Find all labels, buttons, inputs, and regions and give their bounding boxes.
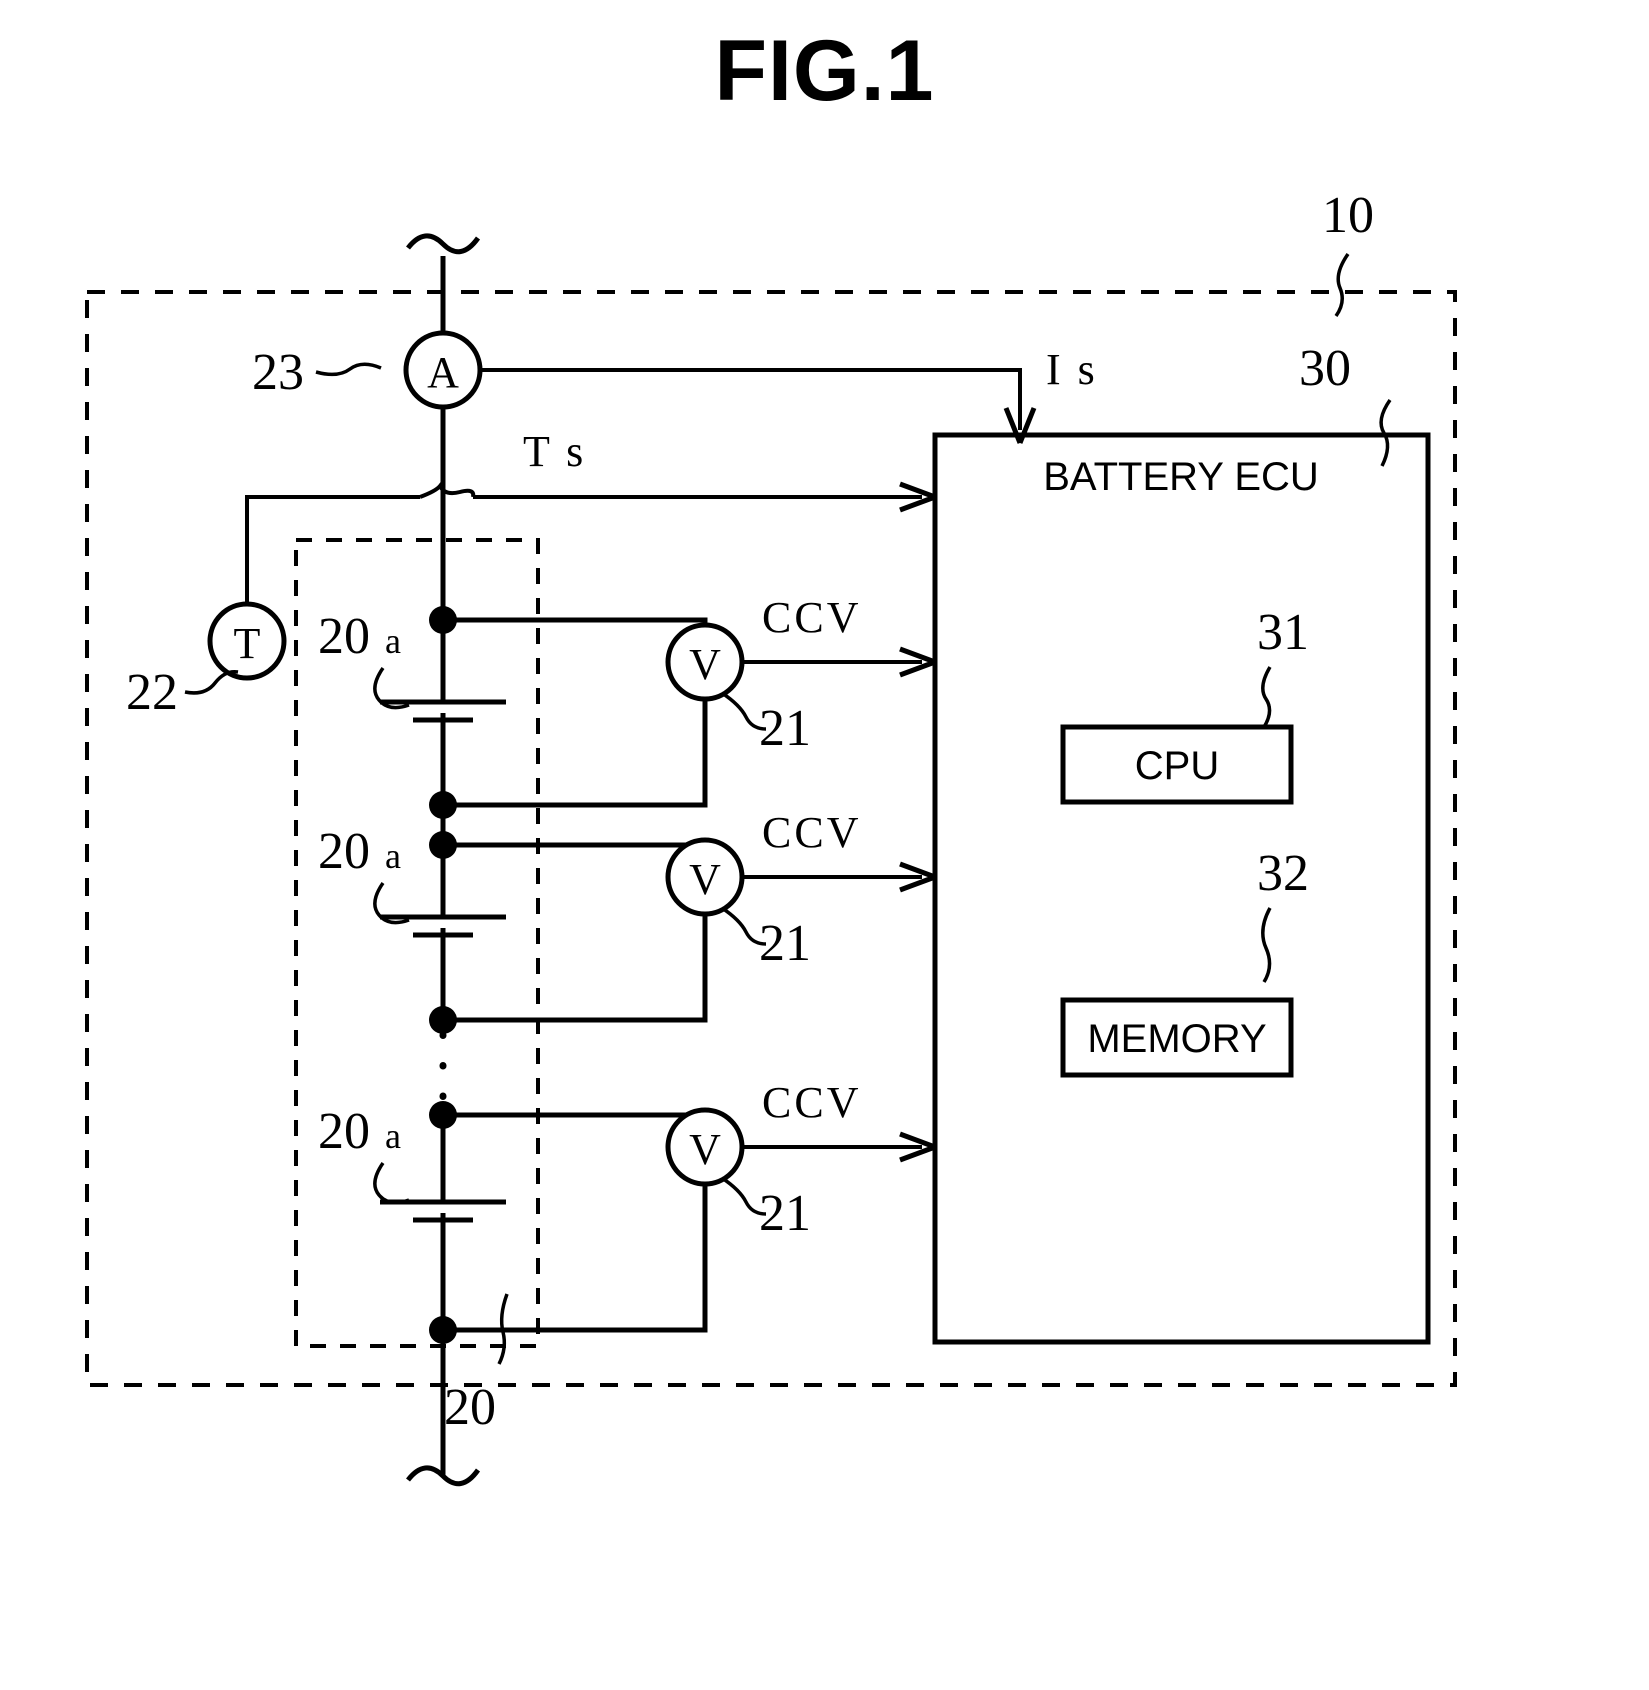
ref-numeral-temperature-sensor: 22	[126, 664, 178, 721]
cell1-sense-wire-bottom	[443, 690, 708, 808]
ref-numeral-cell-2: 20	[318, 823, 370, 880]
ccv1-signal-label: CCV	[762, 593, 861, 642]
ref-numeral-voltage-sensor-1: 21	[759, 700, 811, 757]
is-signal-line	[481, 368, 1022, 430]
ts-signal-line-left	[245, 495, 420, 604]
ref-numeral-cell-1: 20	[318, 608, 370, 665]
ccv2-signal-label: CCV	[762, 808, 861, 857]
voltmeter-3-symbol: V	[689, 1125, 721, 1174]
ref-numeral-cell-2-suffix: a	[385, 836, 401, 876]
memory-label: MEMORY	[1087, 1017, 1266, 1061]
cell2-sense-wire-top	[443, 842, 708, 850]
ref-numeral-memory: 32	[1257, 845, 1309, 902]
figure-canvas: A 23 I s T 22 T s 20 20 a V 21 CCV 20 a …	[85, 187, 1457, 1487]
ref-numeral-current-sensor: 23	[252, 344, 304, 401]
cell2-sense-wire-bottom	[443, 905, 708, 1023]
battery-ecu-title: BATTERY ECU	[1043, 455, 1319, 499]
ref-numeral-voltage-sensor-3: 21	[759, 1185, 811, 1242]
ref-numeral-battery-pack: 20	[444, 1379, 496, 1436]
voltmeter-1-symbol: V	[689, 640, 721, 689]
leader-current-sensor	[315, 362, 382, 377]
ref-numeral-cell-3: 20	[318, 1103, 370, 1160]
ts-signal-label: T s	[523, 427, 586, 476]
cell1-sense-wire-top	[443, 617, 708, 635]
cpu-label: CPU	[1135, 744, 1219, 788]
voltmeter-2-symbol: V	[689, 855, 721, 904]
ref-numeral-cpu: 31	[1257, 604, 1309, 661]
ref-numeral-system: 10	[1322, 187, 1374, 244]
ref-numeral-voltage-sensor-2: 21	[759, 915, 811, 972]
thermometer-symbol: T	[234, 619, 261, 668]
leader-memory	[1261, 907, 1272, 983]
battery-ecu-box	[932, 432, 1431, 1345]
is-signal-label: I s	[1046, 345, 1098, 394]
ref-numeral-cell-1-suffix: a	[385, 621, 401, 661]
cell3-sense-wire-top	[443, 1112, 708, 1120]
leader-system	[1334, 252, 1350, 318]
ref-numeral-battery-ecu: 30	[1299, 340, 1351, 397]
figure-page: FIG.1 A 23 I s T 22 T s 20 20 a V 21 CCV…	[0, 0, 1649, 1690]
ref-numeral-cell-3-suffix: a	[385, 1116, 401, 1156]
leader-cpu	[1261, 666, 1272, 728]
ammeter-symbol: A	[427, 348, 459, 397]
leader-cell-3	[373, 1161, 410, 1205]
top-break-squiggle	[406, 233, 481, 255]
ccv3-signal-label: CCV	[762, 1078, 861, 1127]
ts-signal-wire-hop	[419, 482, 476, 499]
cell3-sense-wire-bottom	[443, 1175, 708, 1333]
